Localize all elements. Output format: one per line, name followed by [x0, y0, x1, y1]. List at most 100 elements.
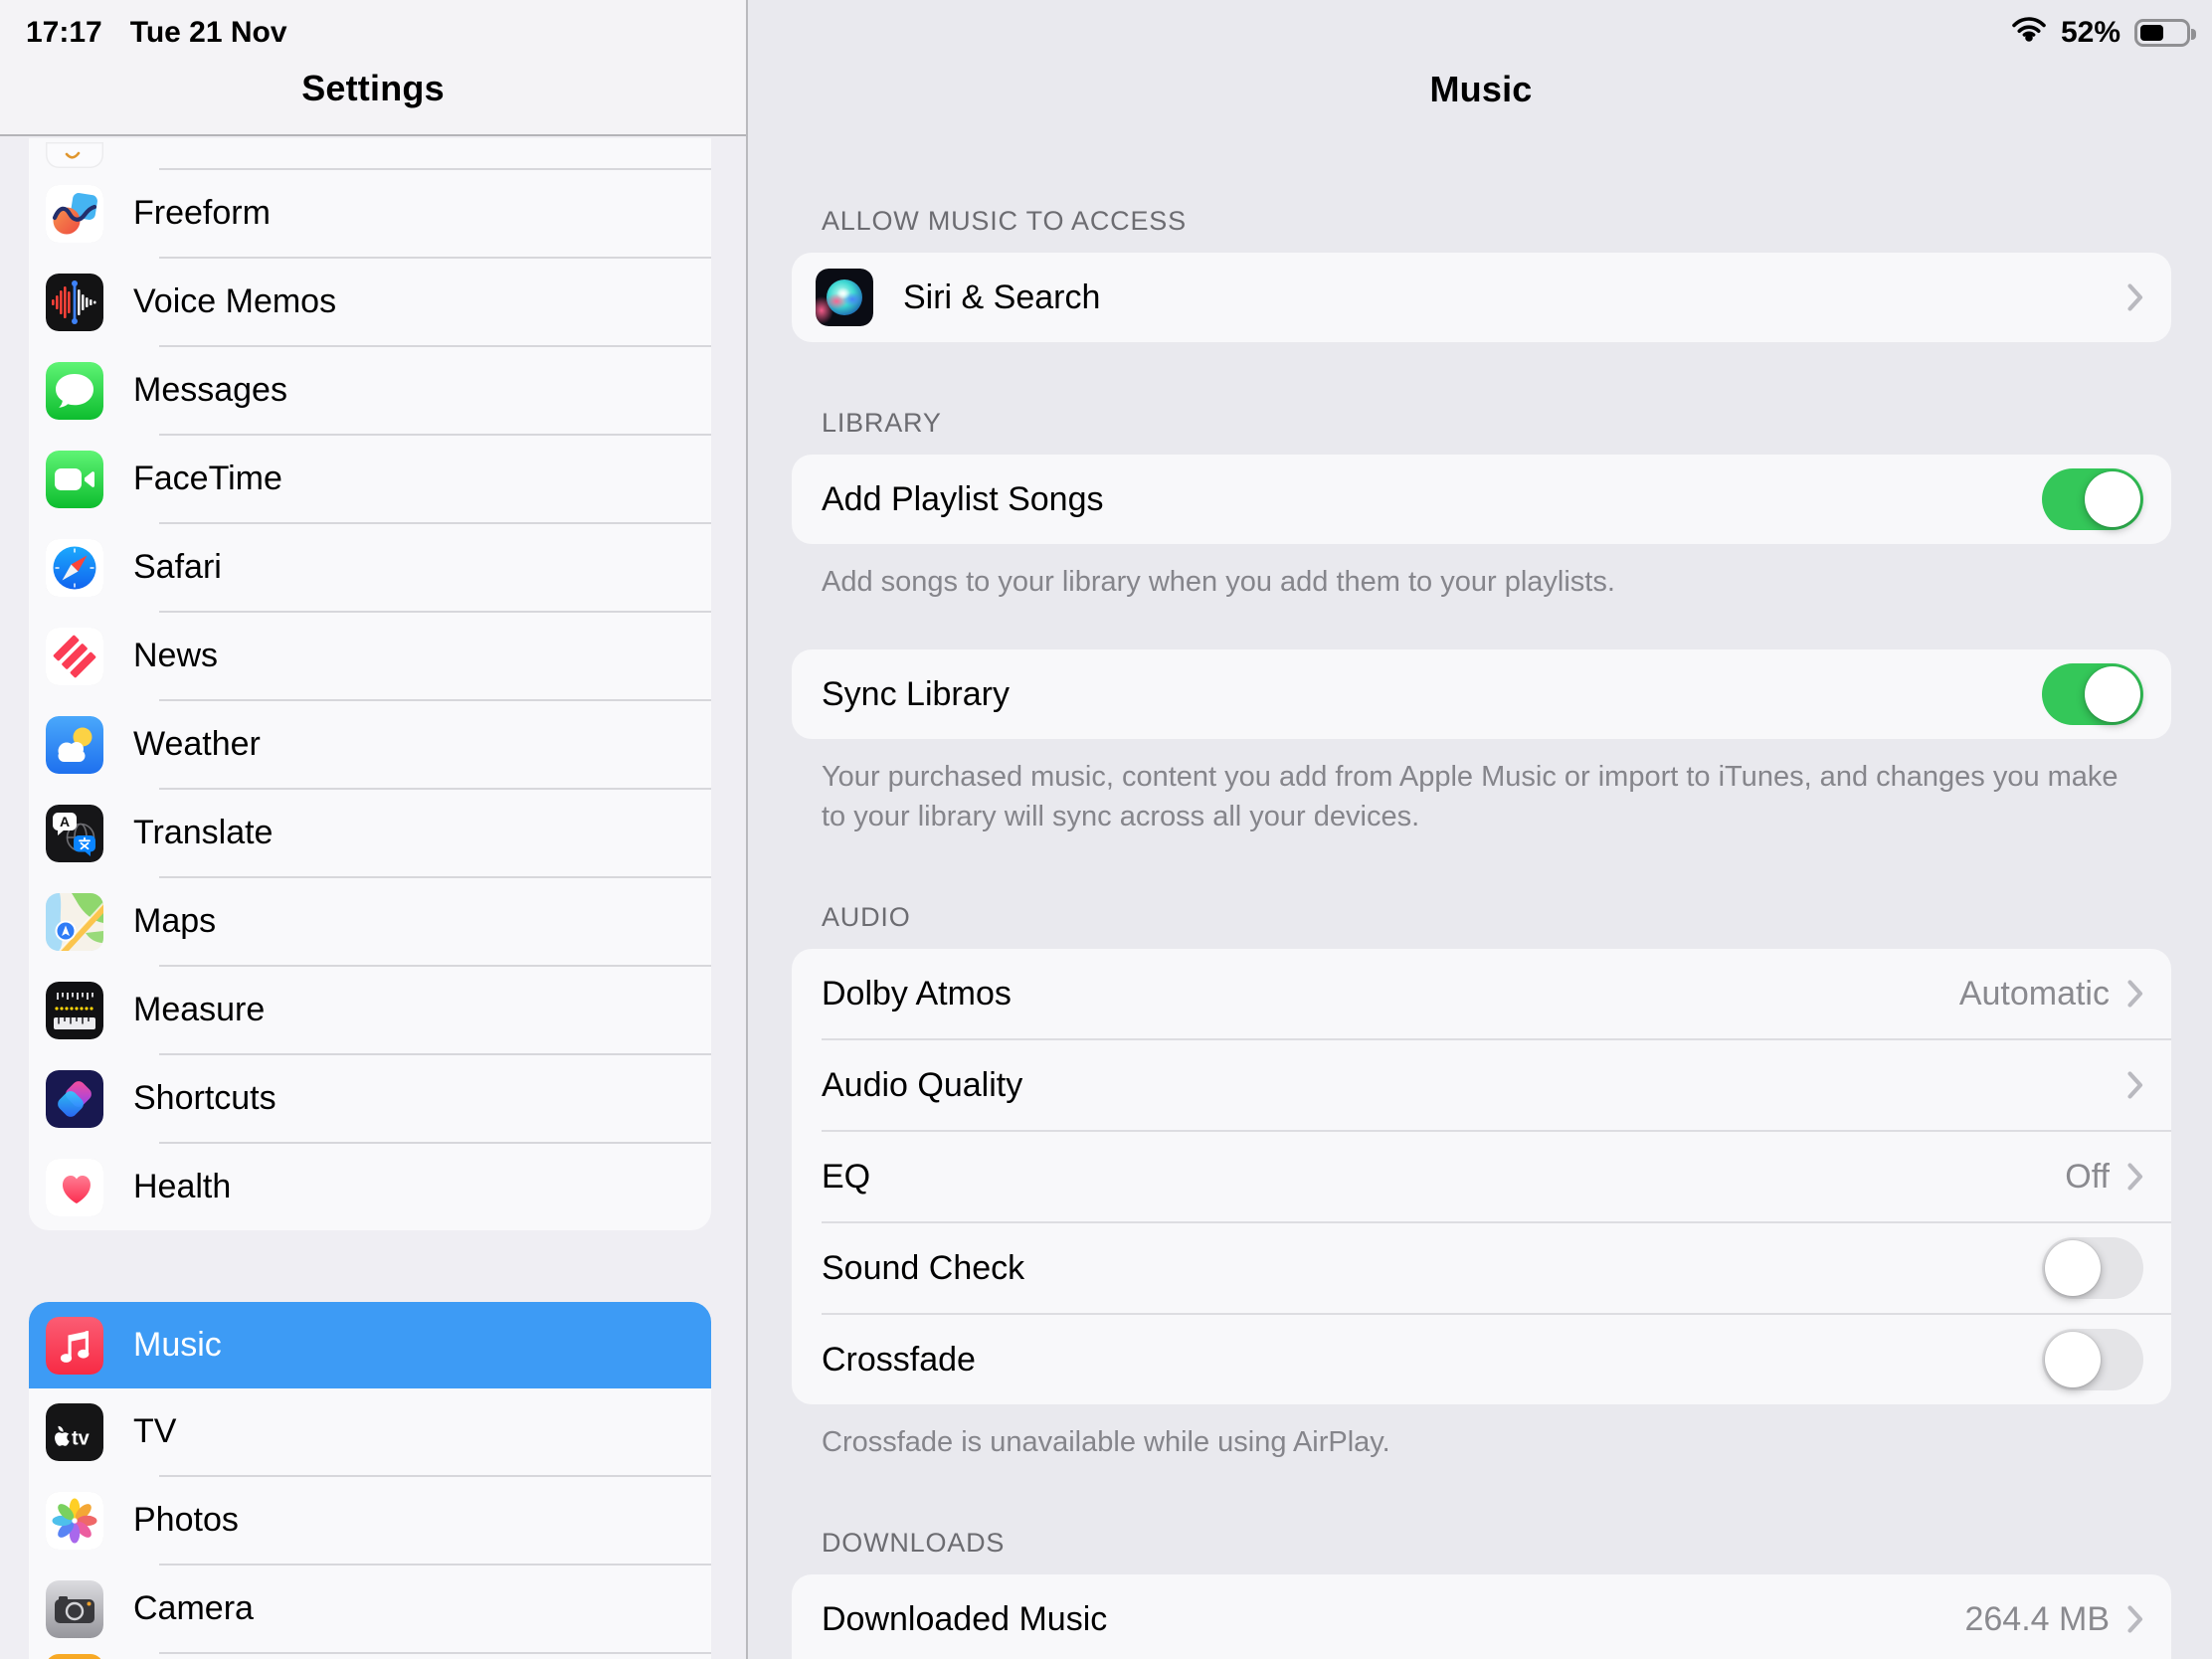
measure-icon [46, 981, 103, 1039]
chevron-right-icon [2127, 1071, 2143, 1099]
settings-section: LIBRARY Add Playlist Songs Add songs to yo… [792, 408, 2171, 602]
safari-icon [46, 538, 103, 597]
row-label: Siri & Search [903, 277, 1101, 316]
sound-check-toggle[interactable] [2042, 1237, 2143, 1300]
sidebar-item-label: News [133, 637, 219, 674]
row-value: 264.4 MB [1964, 1599, 2110, 1638]
row-label: Downloaded Music [822, 1599, 1108, 1638]
toggle-knob [2085, 666, 2140, 723]
sidebar-item-shortcuts[interactable]: Shortcuts [29, 1055, 711, 1142]
status-bar-right: 52% [2011, 15, 2196, 51]
row-label: EQ [822, 1157, 871, 1196]
sidebar-item-label: Shortcuts [133, 1079, 276, 1117]
voice-memos-icon [46, 273, 103, 331]
row-audio-quality[interactable]: Audio Quality [792, 1040, 2171, 1130]
sidebar-title: Settings [301, 67, 445, 108]
battery-nub [2191, 29, 2196, 40]
sidebar-item-tv[interactable]: tv TV [29, 1388, 711, 1475]
sidebar-item-maps[interactable]: Maps [29, 878, 711, 965]
section-footer: Your purchased music, content you add fr… [822, 761, 2119, 833]
row-add-playlist-songs[interactable]: Add Playlist Songs [792, 455, 2171, 544]
facetime-icon [46, 450, 103, 508]
chevron-right-icon [2127, 1605, 2143, 1633]
sidebar-list[interactable]: Freeform Voice Memos Messages FaceTime Safar… [0, 138, 746, 1659]
sidebar-item-label: Translate [133, 814, 274, 851]
row-value: Automatic [1958, 974, 2110, 1013]
sidebar-item-facetime[interactable]: FaceTime [29, 436, 711, 522]
sidebar-item-label: Camera [133, 1589, 254, 1627]
row-label: Sync Library [822, 674, 1010, 713]
settings-app-screen: 17:17 Tue 21 Nov 52% Freeform Voice Memo… [0, 0, 2212, 1659]
sidebar-item-label: FaceTime [133, 460, 282, 497]
sidebar-item-label: Health [133, 1168, 232, 1205]
row-crossfade[interactable]: Crossfade [792, 1315, 2171, 1404]
chevron-right-icon [2127, 1163, 2143, 1191]
sidebar-item-label: Voice Memos [133, 282, 337, 320]
freeform-icon [46, 184, 103, 243]
sidebar-item-label: Maps [133, 902, 217, 940]
unknown-app-partial-icon [46, 142, 103, 168]
wifi-icon [2011, 15, 2047, 51]
status-bar: 17:17 Tue 21 Nov 52% [0, 0, 2212, 56]
settings-group: Downloaded Music264.4 MBOptimise Storage… [792, 1574, 2171, 1659]
camera-icon [46, 1579, 103, 1638]
main-sections[interactable]: ALLOW MUSIC TO ACCESS Siri & Search LIBRAR… [750, 136, 2212, 1659]
weather-icon [46, 715, 103, 774]
sidebar-group: Freeform Voice Memos Messages FaceTime Safar… [29, 138, 711, 1230]
sidebar: Freeform Voice Memos Messages FaceTime Safar… [0, 0, 748, 1659]
toggle-knob [2045, 1332, 2101, 1388]
section-footer: Add songs to your library when you add t… [822, 566, 1615, 598]
toggle-knob [2085, 471, 2140, 527]
sidebar-item-label: Safari [133, 548, 222, 586]
sidebar-item-messages[interactable]: Messages [29, 347, 711, 434]
section-header: DOWNLOADS [822, 1528, 1006, 1559]
sidebar-item-label: Photos [133, 1501, 239, 1539]
crossfade-toggle[interactable] [2042, 1329, 2143, 1391]
svg-text:tv: tv [72, 1427, 91, 1449]
sidebar-item-translate[interactable]: A Translate [29, 790, 711, 876]
news-icon [46, 627, 103, 685]
battery-icon [2134, 19, 2196, 47]
sidebar-item-label: Music [133, 1326, 222, 1364]
row-eq[interactable]: EQ Off [792, 1132, 2171, 1221]
sync-library-toggle[interactable] [2042, 663, 2143, 726]
chevron-right-icon [2127, 283, 2143, 311]
row-sound-check[interactable]: Sound Check [792, 1223, 2171, 1313]
status-time: 17:17 [26, 16, 102, 49]
settings-group: Siri & Search [792, 253, 2171, 342]
battery-percent: 52% [2060, 16, 2120, 49]
sidebar-item-health[interactable]: Health [29, 1144, 711, 1230]
sidebar-item-photos[interactable]: Photos [29, 1477, 711, 1564]
row-sync-library[interactable]: Sync Library [792, 649, 2171, 739]
sidebar-item-label: Weather [133, 725, 261, 763]
status-bar-left: 17:17 Tue 21 Nov [26, 16, 287, 50]
row-label: Dolby Atmos [822, 974, 1012, 1013]
row-siri-search[interactable]: Siri & Search [792, 253, 2171, 342]
row-label: Crossfade [822, 1340, 976, 1379]
tv-icon: tv [46, 1402, 103, 1461]
sidebar-item-safari[interactable]: Safari [29, 524, 711, 611]
sidebar-item-news[interactable]: News [29, 613, 711, 699]
shortcuts-icon [46, 1069, 103, 1128]
sidebar-item-measure[interactable]: Measure [29, 967, 711, 1053]
sidebar-item-freeform[interactable]: Freeform [29, 170, 711, 257]
sidebar-item-music[interactable]: Music [29, 1302, 711, 1388]
svg-text:A: A [60, 814, 70, 830]
main-panel: Music ALLOW MUSIC TO ACCESS Siri & Search… [750, 0, 2212, 1659]
row-dolby-atmos[interactable]: Dolby Atmos Automatic [792, 949, 2171, 1038]
messages-icon [46, 361, 103, 420]
section-header: LIBRARY [822, 408, 942, 438]
siri-icon [816, 269, 873, 326]
status-date: Tue 21 Nov [129, 16, 287, 49]
unknown-app-partial-orange-icon [46, 1654, 103, 1659]
sidebar-item-weather[interactable]: Weather [29, 701, 711, 788]
translate-icon: A [46, 804, 103, 862]
add-playlist-songs-toggle[interactable] [2042, 468, 2143, 530]
row-label: Add Playlist Songs [822, 479, 1104, 518]
section-header: ALLOW MUSIC TO ACCESS [822, 206, 1187, 236]
section-footer: Crossfade is unavailable while using Air… [822, 1426, 1390, 1459]
row-downloaded-music[interactable]: Downloaded Music 264.4 MB [792, 1574, 2171, 1659]
toggle-knob [2045, 1240, 2101, 1297]
sidebar-item-camera[interactable]: Camera [29, 1566, 711, 1652]
sidebar-item-voice-memos[interactable]: Voice Memos [29, 259, 711, 345]
